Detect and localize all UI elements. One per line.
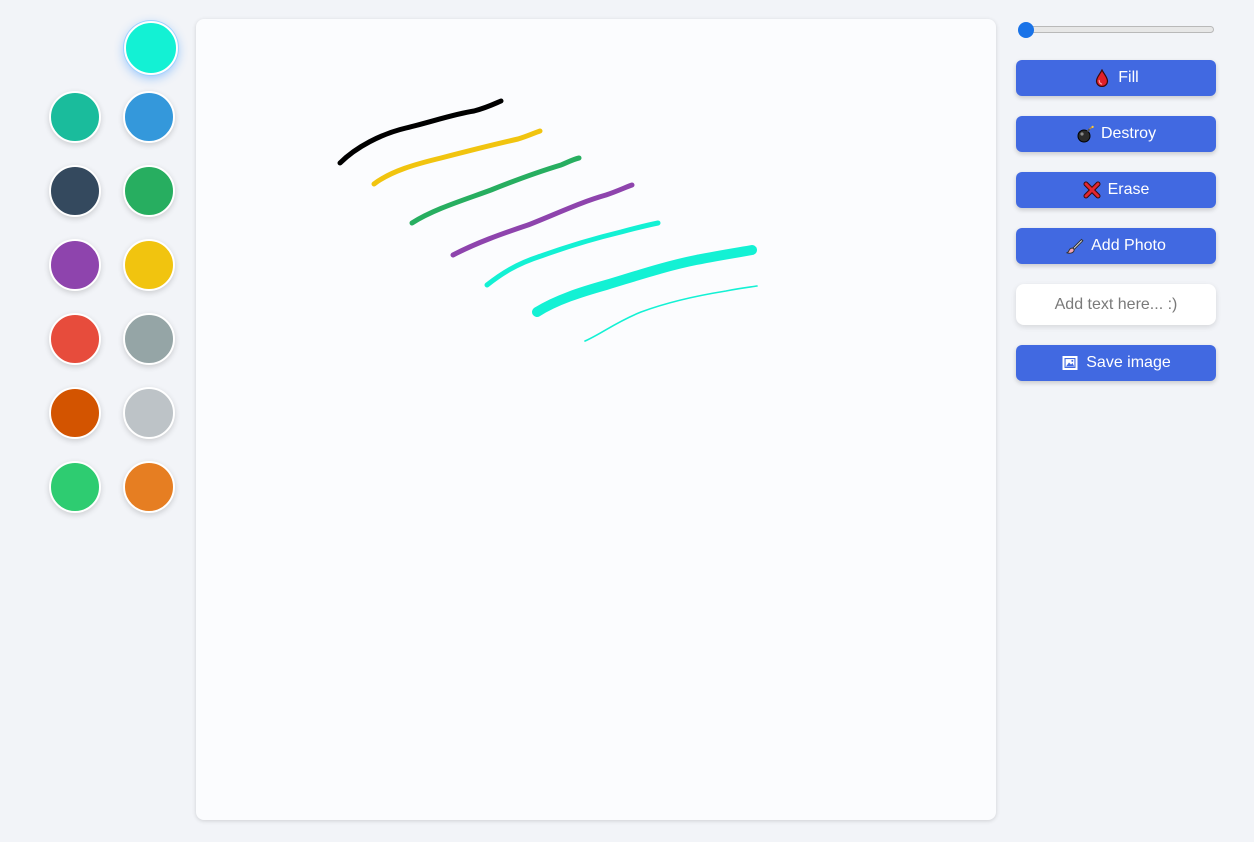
destroy-button-label: Destroy [1100, 125, 1157, 142]
brush-size-slider[interactable] [1020, 26, 1214, 33]
cross-mark-icon [1083, 181, 1101, 199]
color-swatch-selected[interactable] [124, 21, 178, 75]
drawing-canvas[interactable] [196, 19, 996, 820]
canvas-drawing-layer [337, 98, 758, 342]
color-swatch[interactable] [123, 461, 175, 513]
brush-stroke [532, 245, 757, 317]
add-photo-button-label: Add Photo [1091, 237, 1166, 254]
color-palette [0, 0, 196, 842]
brush-size-slider-thumb[interactable] [1018, 22, 1034, 38]
paintbrush-icon [1066, 237, 1084, 255]
bomb-icon [1076, 125, 1094, 143]
color-swatch[interactable] [123, 91, 175, 143]
add-text-input[interactable] [1016, 284, 1216, 325]
destroy-button[interactable]: Destroy [1016, 116, 1216, 152]
framed-picture-icon [1061, 354, 1079, 372]
color-swatch[interactable] [49, 165, 101, 217]
add-photo-button[interactable]: Add Photo [1016, 228, 1216, 264]
brush-stroke [584, 285, 758, 342]
erase-button[interactable]: Erase [1016, 172, 1216, 208]
fill-button[interactable]: Fill [1016, 60, 1216, 96]
fill-button-label: Fill [1118, 69, 1139, 86]
color-swatch[interactable] [49, 313, 101, 365]
color-swatch[interactable] [123, 165, 175, 217]
color-swatch[interactable] [123, 239, 175, 291]
color-swatch[interactable] [123, 313, 175, 365]
color-swatch[interactable] [49, 461, 101, 513]
erase-button-label: Erase [1107, 181, 1150, 198]
color-swatch[interactable] [123, 387, 175, 439]
save-image-button[interactable]: Save image [1016, 345, 1216, 381]
color-swatch[interactable] [49, 239, 101, 291]
drop-icon [1093, 69, 1111, 87]
brush-stroke [371, 128, 543, 187]
save-image-button-label: Save image [1086, 354, 1171, 371]
color-swatch[interactable] [49, 387, 101, 439]
brush-stroke [337, 98, 504, 166]
color-swatch[interactable] [49, 91, 101, 143]
toolbar: Fill Destroy Erase Add Photo Add text he… [1016, 0, 1216, 842]
